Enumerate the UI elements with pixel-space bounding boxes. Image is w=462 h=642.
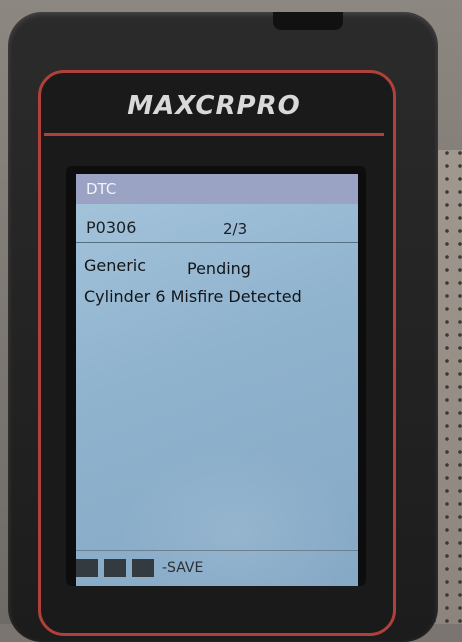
logo-area: MAXCRPRO [44,76,384,136]
bottom-bar: -SAVE [76,559,358,581]
save-label: -SAVE [162,560,204,576]
function-key-2[interactable] [104,559,126,577]
dtc-status: Pending [187,259,251,278]
dtc-type: Generic [84,256,147,275]
screen-title: DTC [86,180,117,198]
bottom-divider [76,550,358,551]
brand-logo: MAXCRPRO [127,91,301,121]
dtc-header-row[interactable]: P0306 2/3 [76,212,358,243]
function-key-1[interactable] [76,559,98,577]
device-top-cap [273,12,343,30]
dtc-counter: 2/3 [223,220,248,238]
dtc-description: Cylinder 6 Misfire Detected [84,287,302,306]
logo-divider [44,133,384,136]
function-key-3[interactable] [132,559,154,577]
dtc-code: P0306 [86,218,137,237]
device-screen: DTC P0306 2/3 Generic Pending Cylinder 6… [76,174,358,586]
screen-title-bar: DTC [76,174,358,204]
